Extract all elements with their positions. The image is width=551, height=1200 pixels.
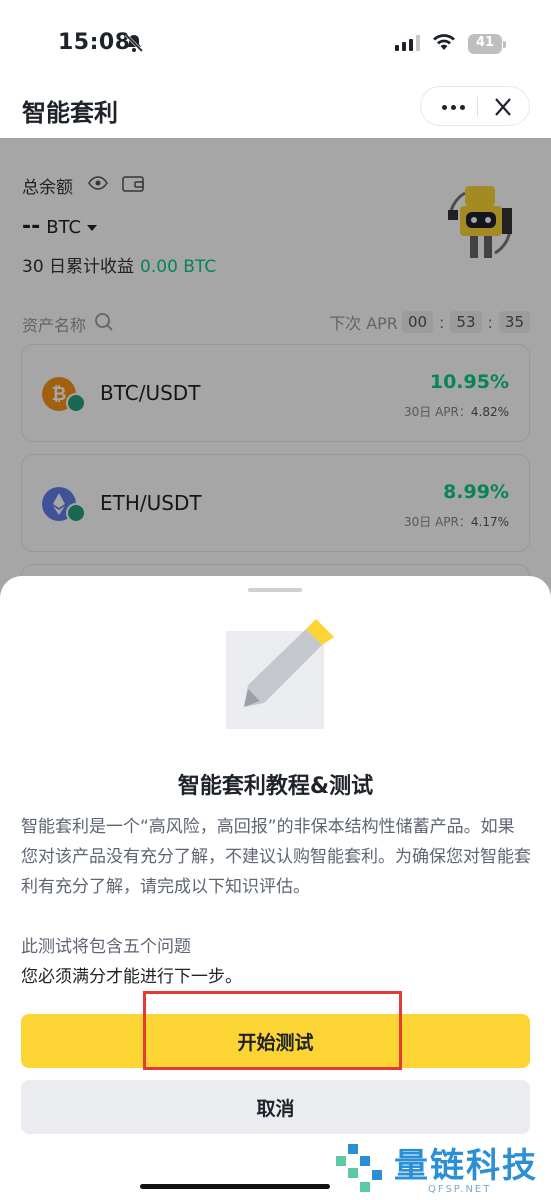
sheet-title: 智能套利教程&测试 [177,774,374,799]
watermark-logo-icon [336,1144,382,1192]
sheet-handle[interactable] [248,588,302,592]
watermark-sub: QFSP.NET [428,1184,492,1195]
battery-level: 41 [475,35,495,50]
sheet-note: 此测试将包含五个问题 您必须满分才能进行下一步。 [21,932,531,992]
battery-icon: 41 [468,34,502,54]
divider [477,97,478,117]
watermark-text: 量链科技 [394,1146,538,1186]
battery-cap [503,41,506,48]
status-bar: 15:08 41 [0,0,551,88]
status-time: 15:08 [58,30,131,55]
pencil-icon [226,619,334,729]
page-header: 智能套利 [0,86,551,138]
close-button[interactable] [489,95,517,119]
page-title: 智能套利 [22,99,118,127]
highlight-annotation [143,991,402,1070]
home-indicator [140,1184,330,1189]
more-button[interactable] [435,95,471,119]
header-actions [420,86,530,126]
signal-icon [395,35,420,51]
note-line-emphasis: 您必须满分才能进行下一步。 [21,967,242,987]
wifi-icon [433,34,455,50]
bell-muted-icon [124,33,144,53]
cancel-button[interactable]: 取消 [21,1080,530,1134]
sheet-description: 智能套利是一个“高风险，高回报”的非保本结构性储蓄产品。如果您对该产品没有充分了… [21,817,531,897]
watermark: 量链科技 QFSP.NET [332,1136,551,1200]
bottom-sheet: 智能套利教程&测试 智能套利是一个“高风险，高回报”的非保本结构性储蓄产品。如果… [0,576,551,1200]
note-line: 此测试将包含五个问题 [21,937,191,957]
